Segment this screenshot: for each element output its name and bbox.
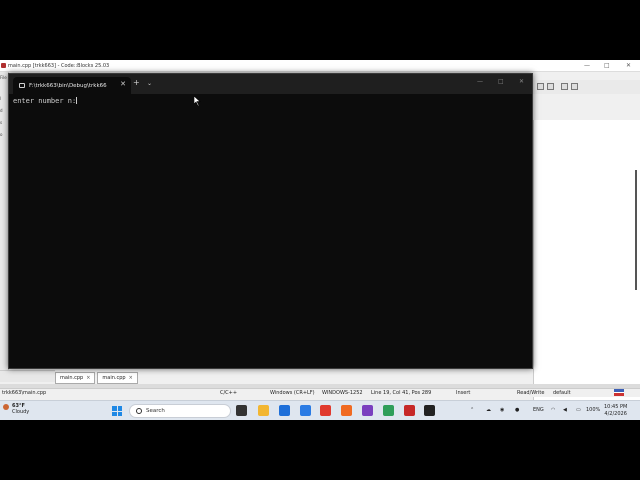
search-box[interactable]: Search [129,404,231,418]
editor-tabs: main.cpp × main.cpp × [55,372,138,384]
codeblocks-bottom-panel [0,370,55,382]
toolbar-icon[interactable] [547,83,554,90]
letterbox-top [0,0,640,60]
battery-level: 100% [586,407,601,413]
terminal-titlebar: F:\trkk663\bin\Debug\trkk66 ✕ + ⌄ — □ ✕ [9,74,532,94]
terminal-close-button[interactable]: ✕ [519,78,524,85]
volume-icon[interactable]: ◀ [563,407,567,413]
editor-tab-active[interactable]: main.cpp × [97,372,138,384]
terminal-maximize-button[interactable]: □ [498,78,504,85]
status-position: Line 19, Col 41, Pos 289 [371,390,432,396]
terminal-taskbar-icon[interactable] [424,405,435,416]
wifi-icon[interactable]: ◠ [551,407,555,413]
terminal-icon [19,83,25,88]
app-icon[interactable] [362,405,373,416]
status-access: Read/Write [517,390,545,396]
task-view-icon[interactable] [236,405,247,416]
chevron-up-icon[interactable]: ⌃ [470,407,474,413]
status-mode: Insert [456,390,471,396]
codeblocks-close-button[interactable]: ✕ [626,60,631,72]
app-icon[interactable] [383,405,394,416]
status-language: C/C++ [220,390,238,396]
onedrive-icon[interactable]: ☁ [486,407,491,413]
acrobat-icon[interactable] [404,405,415,416]
menu-item-file[interactable]: File [0,75,7,80]
clock-time: 10:45 PM [604,404,628,410]
status-encoding: WINDOWS-1252 [322,390,363,396]
flag-icon [614,389,624,396]
editor-tab-label: main.cpp [102,374,126,381]
terminal-output-line: enter number n: [13,97,78,105]
terminal-tab-close-icon[interactable]: ✕ [120,80,126,88]
editor-tab-label: main.cpp [60,374,84,381]
file-explorer-icon[interactable] [258,405,269,416]
menu-item[interactable]: d [0,108,3,113]
store-icon[interactable] [279,405,290,416]
letterbox-bottom [0,420,640,480]
clock-date: 4/2/2026 [604,411,627,417]
system-clock[interactable]: 10:45 PM 4/2/2026 [604,404,627,418]
terminal-prompt-text: enter number n: [13,97,77,105]
terminal-window: F:\trkk663\bin\Debug\trkk66 ✕ + ⌄ — □ ✕ … [8,73,533,369]
language-indicator[interactable]: ENG [533,407,544,413]
microphone-icon[interactable]: ● [515,407,519,413]
menu-item[interactable]: o [0,132,2,137]
terminal-output[interactable]: enter number n: [9,94,532,370]
codeblocks-minimize-button[interactable]: — [584,60,590,72]
brave-browser-icon[interactable] [341,405,352,416]
editor-tab[interactable]: main.cpp × [55,372,96,384]
tab-close-icon[interactable]: × [86,375,90,382]
codeblocks-titlebar: main.cpp [trkk663] - Code::Blocks 25.03 … [0,60,640,72]
desktop-screen: main.cpp [trkk663] - Code::Blocks 25.03 … [0,60,640,420]
chevron-down-icon[interactable]: ⌄ [147,80,152,87]
toolbar-icon[interactable] [571,83,578,90]
weather-widget[interactable]: 63°F Cloudy [12,403,29,415]
app-tray-icon[interactable]: ◉ [500,407,504,413]
youtube-icon[interactable] [320,405,331,416]
status-line-endings: Windows (CR+LF) [270,390,315,396]
mouse-pointer-icon [194,96,201,106]
search-placeholder: Search [146,408,165,414]
bing-icon[interactable] [300,405,311,416]
status-file: trkk663\main.cpp [2,390,47,396]
toolbar-icon[interactable] [537,83,544,90]
editor-scrollbar[interactable] [635,170,637,290]
status-profile: default [553,390,571,396]
codeblocks-app-icon [1,63,6,68]
terminal-minimize-button[interactable]: — [477,78,483,85]
battery-icon[interactable]: ▭ [576,407,581,413]
windows-taskbar: 63°F Cloudy Search ⌃ ☁ ◉ ● ENG ◠ ◀ ▭ 100… [0,400,640,420]
codeblocks-maximize-button[interactable]: □ [604,60,610,72]
weather-desc: Cloudy [12,409,30,415]
text-cursor [76,97,78,104]
menu-item[interactable]: s [0,120,2,125]
tab-close-icon[interactable]: × [129,375,133,382]
terminal-tab[interactable]: F:\trkk663\bin\Debug\trkk66 ✕ [13,77,131,94]
code-editor[interactable] [533,120,640,415]
codeblocks-toolbar [533,80,640,94]
search-icon [136,408,142,414]
menu-item[interactable]: l [0,96,1,101]
terminal-tab-title: F:\trkk663\bin\Debug\trkk66 [29,82,107,89]
codeblocks-title: main.cpp [trkk663] - Code::Blocks 25.03 [8,63,110,69]
windows-start-icon[interactable] [112,406,122,416]
toolbar-icon[interactable] [561,83,568,90]
codeblocks-statusbar: trkk663\main.cpp C/C++ Windows (CR+LF) W… [0,388,640,397]
weather-icon [3,404,9,410]
new-tab-button[interactable]: + [133,78,140,87]
